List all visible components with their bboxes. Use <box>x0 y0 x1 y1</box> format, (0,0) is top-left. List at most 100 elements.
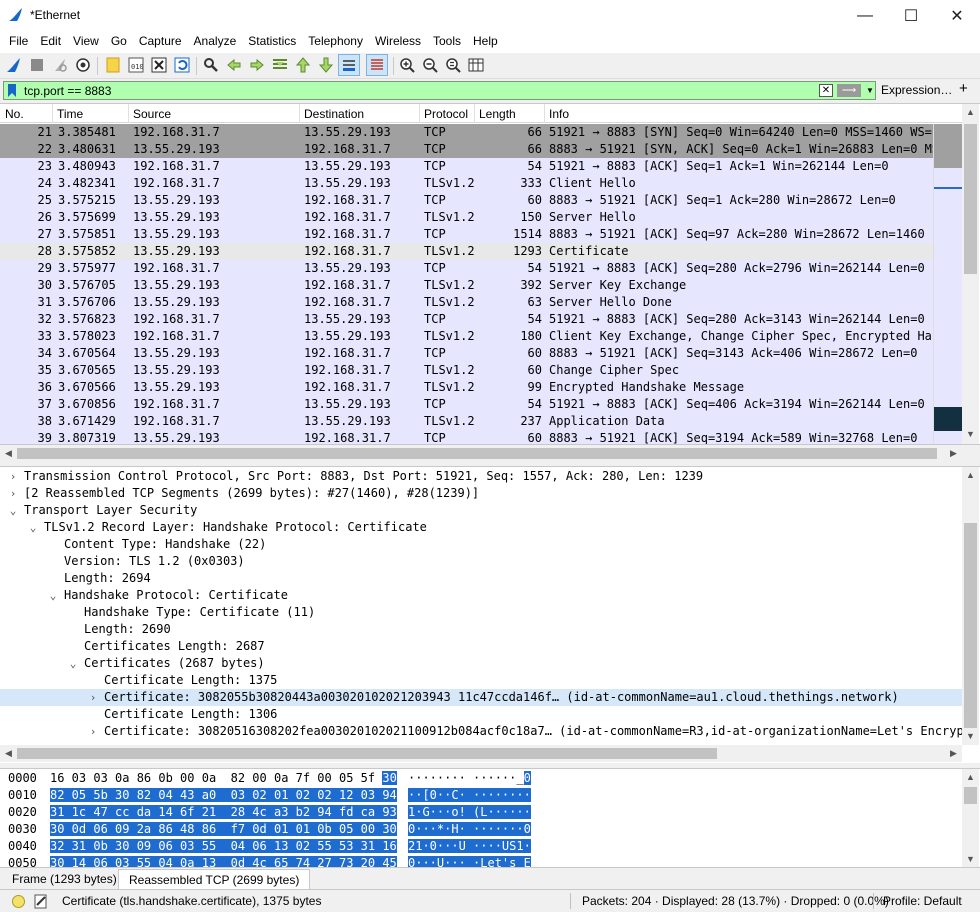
menu-telephony[interactable]: Telephony <box>302 31 369 53</box>
packet-row[interactable]: 29 3.575977 192.168.31.7 13.55.29.193 TCP 54 5… <box>0 260 933 277</box>
stop-icon[interactable] <box>28 56 46 74</box>
bookmark-icon[interactable] <box>7 84 17 97</box>
details-scrollbar[interactable]: ▲ ▼ <box>962 467 979 745</box>
zoom-out-icon[interactable] <box>421 56 439 74</box>
tree-item[interactable]: Certificates Length: 2687 <box>0 638 962 655</box>
reload-icon[interactable] <box>173 56 191 74</box>
menu-go[interactable]: Go <box>105 31 133 53</box>
expand-arrow-icon[interactable]: › <box>7 485 19 502</box>
packet-row[interactable]: 21 3.385481 192.168.31.7 13.55.29.193 TCP 66 5… <box>0 124 933 141</box>
column-header-destination[interactable]: Destination <box>304 107 364 121</box>
bytes-hex[interactable]: 31 1c 47 cc da 14 6f 21 28 4c a3 b2 94 f… <box>50 805 397 819</box>
packet-list-scrollbar[interactable]: ▲ ▼ <box>962 104 979 444</box>
open-file-icon[interactable] <box>104 56 122 74</box>
packet-row[interactable]: 28 3.575852 13.55.29.193 192.168.31.7 TLSv1.… <box>0 243 933 260</box>
expression-button[interactable]: Expression… <box>881 83 952 97</box>
bytes-scrollbar[interactable]: ▲ ▼ <box>962 769 979 867</box>
packet-row[interactable]: 33 3.578023 192.168.31.7 13.55.29.193 TLSv1.… <box>0 328 933 345</box>
zoom-in-icon[interactable] <box>398 56 416 74</box>
autoscroll-icon[interactable] <box>338 54 360 76</box>
tree-item[interactable]: Length: 2694 <box>0 570 962 587</box>
resize-columns-icon[interactable] <box>467 56 485 74</box>
apply-filter-button[interactable]: ⟶ <box>837 84 861 97</box>
tab-reassembled-tcp[interactable]: Reassembled TCP (2699 bytes) <box>118 869 311 889</box>
scroll-down-icon[interactable]: ▼ <box>962 426 979 443</box>
packet-row[interactable]: 24 3.482341 192.168.31.7 13.55.29.193 TLSv1.… <box>0 175 933 192</box>
add-filter-button[interactable]: + <box>959 80 968 97</box>
maximize-button[interactable]: ☐ <box>888 0 934 31</box>
packet-row[interactable]: 31 3.576706 13.55.29.193 192.168.31.7 TLSv1.… <box>0 294 933 311</box>
packet-row[interactable]: 37 3.670856 192.168.31.7 13.55.29.193 TCP 54 5… <box>0 396 933 413</box>
tree-item[interactable]: Length: 2690 <box>0 621 962 638</box>
zoom-reset-icon[interactable] <box>444 56 462 74</box>
status-profile[interactable]: Profile: Default <box>883 894 962 908</box>
menu-statistics[interactable]: Statistics <box>242 31 302 53</box>
restart-icon[interactable] <box>51 56 69 74</box>
go-to-packet-icon[interactable] <box>271 56 289 74</box>
capture-comment-icon[interactable] <box>33 893 49 909</box>
colorize-icon[interactable] <box>366 54 388 76</box>
go-forward-icon[interactable] <box>248 56 266 74</box>
packet-row[interactable]: 23 3.480943 192.168.31.7 13.55.29.193 TCP 54 5… <box>0 158 933 175</box>
bytes-hex[interactable]: 82 05 5b 30 82 04 43 a0 03 02 01 02 02 1… <box>50 788 397 802</box>
packet-row[interactable]: 34 3.670564 13.55.29.193 192.168.31.7 TCP 60 8… <box>0 345 933 362</box>
find-icon[interactable] <box>202 56 220 74</box>
bytes-hex[interactable]: 16 03 03 0a 86 0b 00 0a 82 00 0a 7f 00 0… <box>50 771 397 785</box>
tree-item[interactable]: Certificate Length: 1375 <box>0 672 962 689</box>
capture-options-icon[interactable] <box>74 56 92 74</box>
bytes-hex[interactable]: 30 14 06 03 55 04 0a 13 0d 4c 65 74 27 7… <box>50 856 397 867</box>
column-header-time[interactable]: Time <box>57 107 83 121</box>
packet-list-hscroll-thumb[interactable] <box>17 448 937 459</box>
packet-row[interactable]: 38 3.671429 192.168.31.7 13.55.29.193 TLSv1.… <box>0 413 933 430</box>
menu-edit[interactable]: Edit <box>34 31 67 53</box>
collapse-arrow-icon[interactable]: ⌄ <box>47 587 59 604</box>
packet-row[interactable]: 32 3.576823 192.168.31.7 13.55.29.193 TCP 54 5… <box>0 311 933 328</box>
expand-arrow-icon[interactable]: › <box>87 723 99 740</box>
minimize-button[interactable]: — <box>842 0 888 31</box>
go-back-icon[interactable] <box>225 56 243 74</box>
menu-analyze[interactable]: Analyze <box>188 31 243 53</box>
packet-row[interactable]: 22 3.480631 13.55.29.193 192.168.31.7 TCP 66 8… <box>0 141 933 158</box>
menu-view[interactable]: View <box>67 31 105 53</box>
tree-item[interactable]: Certificate Length: 1306 <box>0 706 962 723</box>
bytes-ascii[interactable]: ··[0··C· ········ <box>408 788 531 802</box>
expert-info-led-icon[interactable] <box>12 895 25 908</box>
close-file-icon[interactable] <box>150 56 168 74</box>
tree-item[interactable]: ⌄ TLSv1.2 Record Layer: Handshake Protoco… <box>0 519 962 536</box>
bytes-ascii[interactable]: 0···U··· ·Let's E <box>408 856 531 867</box>
pane-splitter[interactable]: ◀ ▶ <box>0 444 980 466</box>
shark-fin-start-icon[interactable] <box>5 56 23 74</box>
menu-file[interactable]: File <box>3 31 34 53</box>
menu-help[interactable]: Help <box>467 31 504 53</box>
tree-item[interactable]: Content Type: Handshake (22) <box>0 536 962 553</box>
column-header-protocol[interactable]: Protocol <box>424 107 468 121</box>
chevron-down-icon[interactable]: ▼ <box>864 83 876 98</box>
clear-filter-icon[interactable]: ✕ <box>819 84 833 97</box>
column-header-length[interactable]: Length <box>479 107 516 121</box>
collapse-arrow-icon[interactable]: ⌄ <box>27 519 39 536</box>
display-filter-input[interactable] <box>24 83 804 98</box>
tab-frame[interactable]: Frame (1293 bytes) <box>2 869 127 889</box>
menu-tools[interactable]: Tools <box>427 31 467 53</box>
collapse-arrow-icon[interactable]: ⌄ <box>67 655 79 672</box>
tree-item[interactable]: › [2 Reassembled TCP Segments (2699 bytes… <box>0 485 962 502</box>
menu-capture[interactable]: Capture <box>133 31 188 53</box>
expand-arrow-icon[interactable]: › <box>87 689 99 706</box>
tree-item[interactable]: Version: TLS 1.2 (0x0303) <box>0 553 962 570</box>
packet-minimap[interactable] <box>933 124 963 444</box>
column-header-info[interactable]: Info <box>549 107 569 121</box>
packet-row[interactable]: 25 3.575215 13.55.29.193 192.168.31.7 TCP 60 8… <box>0 192 933 209</box>
packet-row[interactable]: 26 3.575699 13.55.29.193 192.168.31.7 TLSv1.… <box>0 209 933 226</box>
bytes-ascii[interactable]: 21·0···U ····US1· <box>408 839 531 853</box>
scroll-up-icon[interactable]: ▲ <box>962 104 979 121</box>
go-last-icon[interactable] <box>317 56 335 74</box>
bytes-ascii[interactable]: 0···*·H· ·······0 <box>408 822 531 836</box>
save-file-icon[interactable]: 010 <box>127 56 145 74</box>
collapse-arrow-icon[interactable]: ⌄ <box>7 502 19 519</box>
packet-row[interactable]: 36 3.670566 13.55.29.193 192.168.31.7 TLSv1.… <box>0 379 933 396</box>
tree-item[interactable]: Handshake Type: Certificate (11) <box>0 604 962 621</box>
packet-row[interactable]: 30 3.576705 13.55.29.193 192.168.31.7 TLSv1.… <box>0 277 933 294</box>
packet-row[interactable]: 27 3.575851 13.55.29.193 192.168.31.7 TCP 151… <box>0 226 933 243</box>
go-first-icon[interactable] <box>294 56 312 74</box>
tree-item[interactable]: › Transmission Control Protocol, Src Port… <box>0 468 962 485</box>
